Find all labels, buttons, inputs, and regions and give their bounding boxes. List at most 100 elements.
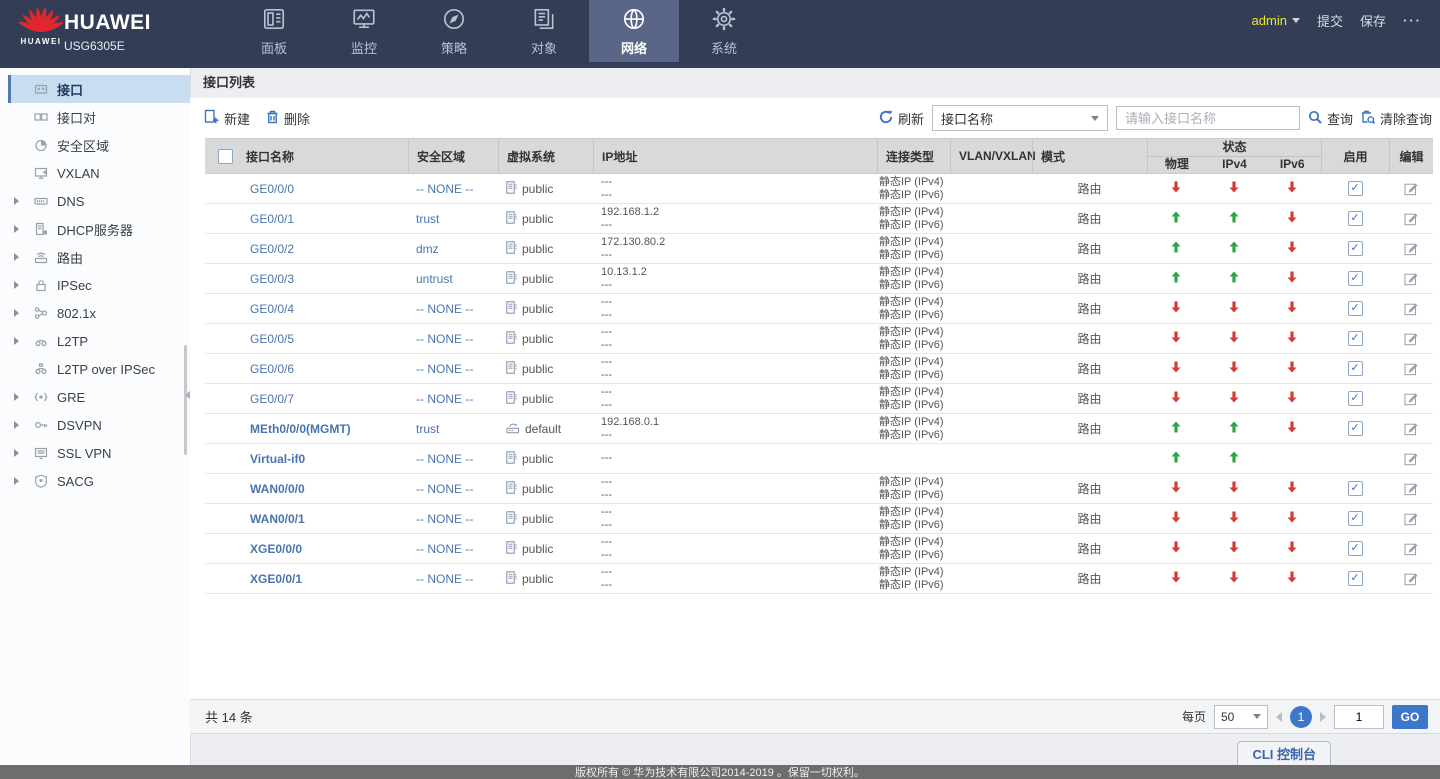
sidebar-item-security-zone[interactable]: 安全区域 [8, 131, 190, 159]
select-all-checkbox[interactable] [218, 148, 233, 164]
new-button[interactable]: 新建 [204, 109, 250, 128]
zone-link[interactable]: -- NONE -- [416, 542, 473, 556]
zone-link[interactable]: -- NONE -- [416, 182, 473, 196]
sidebar-item-gre[interactable]: GRE [8, 383, 190, 411]
current-page-button[interactable]: 1 [1290, 705, 1312, 728]
expand-arrow-icon[interactable] [8, 449, 34, 457]
sidebar-item-interface[interactable]: 接口 [8, 75, 190, 103]
enable-checkbox[interactable] [1347, 361, 1363, 376]
zone-link[interactable]: trust [416, 422, 439, 436]
edit-icon[interactable] [1404, 481, 1419, 496]
nav-dashboard[interactable]: 面板 [229, 0, 319, 62]
zone-link[interactable]: -- NONE -- [416, 332, 473, 346]
go-button[interactable]: GO [1392, 704, 1428, 729]
zone-link[interactable]: -- NONE -- [416, 482, 473, 496]
zone-link[interactable]: trust [416, 212, 439, 226]
expand-arrow-icon[interactable] [8, 225, 34, 233]
expand-arrow-icon[interactable] [8, 337, 34, 345]
enable-checkbox[interactable] [1347, 331, 1363, 346]
interface-name-link[interactable]: GE0/0/4 [250, 302, 294, 316]
expand-arrow-icon[interactable] [8, 281, 34, 289]
sidebar-item-sacg[interactable]: SACG [8, 467, 190, 495]
interface-name-link[interactable]: GE0/0/2 [250, 242, 294, 256]
interface-name-link[interactable]: GE0/0/6 [250, 362, 294, 376]
search-input[interactable] [1115, 106, 1300, 130]
expand-arrow-icon[interactable] [8, 421, 34, 429]
interface-name-link[interactable]: GE0/0/0 [250, 182, 294, 196]
interface-name-link[interactable]: MEth0/0/0(MGMT) [250, 422, 351, 436]
sidebar-item-l2tp[interactable]: L2TP [8, 327, 190, 355]
expand-arrow-icon[interactable] [8, 197, 34, 205]
edit-icon[interactable] [1404, 571, 1419, 586]
page-number-input[interactable] [1334, 704, 1384, 729]
refresh-button[interactable]: 刷新 [879, 109, 924, 128]
enable-checkbox[interactable] [1347, 481, 1363, 496]
zone-link[interactable]: -- NONE -- [416, 572, 473, 586]
edit-icon[interactable] [1404, 301, 1419, 316]
sidebar-item-dhcp[interactable]: DHCP服务器 [8, 215, 190, 243]
enable-checkbox[interactable] [1347, 511, 1363, 526]
zone-link[interactable]: dmz [416, 242, 439, 256]
enable-checkbox[interactable] [1347, 421, 1363, 436]
zone-link[interactable]: -- NONE -- [416, 392, 473, 406]
sidebar-item-dns[interactable]: DNS [8, 187, 190, 215]
clear-query-button[interactable]: 清除查询 [1361, 109, 1432, 128]
zone-link[interactable]: -- NONE -- [416, 512, 473, 526]
nav-network[interactable]: 网络 [589, 0, 679, 62]
sidebar-item-vxlan[interactable]: VXLAN [8, 159, 190, 187]
edit-icon[interactable] [1404, 241, 1419, 256]
edit-icon[interactable] [1404, 361, 1419, 376]
zone-link[interactable]: -- NONE -- [416, 302, 473, 316]
expand-arrow-icon[interactable] [8, 309, 34, 317]
enable-checkbox[interactable] [1347, 391, 1363, 406]
interface-name-link[interactable]: Virtual-if0 [250, 452, 305, 466]
zone-link[interactable]: untrust [416, 272, 453, 286]
prev-page-icon[interactable] [1276, 711, 1282, 722]
enable-checkbox[interactable] [1347, 271, 1363, 286]
cli-console-button[interactable]: CLI 控制台 [1237, 741, 1331, 765]
interface-name-link[interactable]: GE0/0/7 [250, 392, 294, 406]
interface-name-link[interactable]: GE0/0/5 [250, 332, 294, 346]
user-menu[interactable]: admin [1252, 13, 1300, 28]
interface-name-link[interactable]: WAN0/0/0 [250, 482, 305, 496]
delete-button[interactable]: 删除 [266, 109, 310, 128]
nav-policy[interactable]: 策略 [409, 0, 499, 62]
enable-checkbox[interactable] [1347, 241, 1363, 256]
more-menu-icon[interactable]: ··· [1403, 13, 1422, 28]
interface-name-link[interactable]: XGE0/0/0 [250, 542, 302, 556]
zone-link[interactable]: -- NONE -- [416, 452, 473, 466]
next-page-icon[interactable] [1320, 711, 1326, 722]
edit-icon[interactable] [1404, 181, 1419, 196]
expand-arrow-icon[interactable] [8, 393, 34, 401]
save-button[interactable]: 保存 [1360, 11, 1386, 30]
nav-monitor[interactable]: 监控 [319, 0, 409, 62]
nav-system[interactable]: 系统 [679, 0, 769, 62]
edit-icon[interactable] [1404, 511, 1419, 526]
sidebar-item-ssl-vpn[interactable]: SSL VPN [8, 439, 190, 467]
enable-checkbox[interactable] [1347, 211, 1363, 226]
edit-icon[interactable] [1404, 331, 1419, 346]
edit-icon[interactable] [1404, 541, 1419, 556]
edit-icon[interactable] [1404, 451, 1419, 466]
enable-checkbox[interactable] [1347, 541, 1363, 556]
expand-arrow-icon[interactable] [8, 477, 34, 485]
sidebar-item-ipsec[interactable]: IPSec [8, 271, 190, 299]
sidebar-scrollbar[interactable] [184, 345, 187, 455]
nav-object[interactable]: 对象 [499, 0, 589, 62]
interface-name-link[interactable]: WAN0/0/1 [250, 512, 305, 526]
per-page-select[interactable]: 50 [1214, 704, 1268, 729]
enable-checkbox[interactable] [1347, 181, 1363, 196]
sidebar-item-l2tp-over-ipsec[interactable]: L2TP over IPSec [8, 355, 190, 383]
filter-field-select[interactable]: 接口名称 [931, 105, 1108, 131]
submit-button[interactable]: 提交 [1317, 11, 1343, 30]
sidebar-item-interface-pair[interactable]: 接口对 [8, 103, 190, 131]
query-button[interactable]: 查询 [1308, 109, 1353, 128]
edit-icon[interactable] [1404, 421, 1419, 436]
edit-icon[interactable] [1404, 391, 1419, 406]
interface-name-link[interactable]: XGE0/0/1 [250, 572, 302, 586]
zone-link[interactable]: -- NONE -- [416, 362, 473, 376]
sidebar-item-dsvpn[interactable]: DSVPN [8, 411, 190, 439]
edit-icon[interactable] [1404, 211, 1419, 226]
edit-icon[interactable] [1404, 271, 1419, 286]
enable-checkbox[interactable] [1347, 301, 1363, 316]
